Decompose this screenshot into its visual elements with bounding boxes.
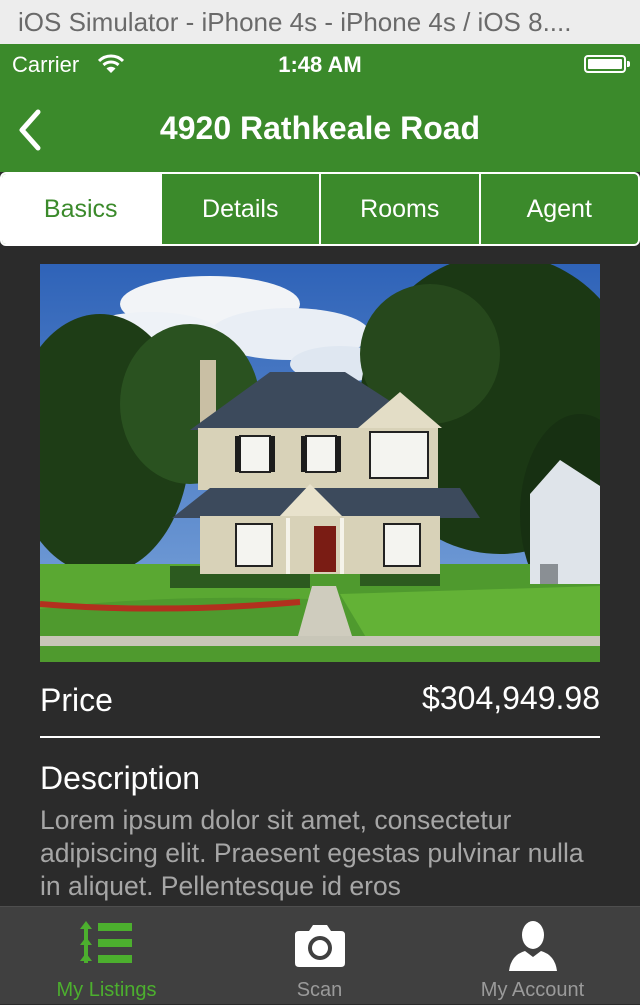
list-icon [79,921,132,963]
tab-label: Scan [296,979,343,1001]
battery-icon [584,55,630,73]
simulator-title: iOS Simulator - iPhone 4s - iPhone 4s / … [0,0,640,44]
tab-bar: My Listings Scan My Account [0,906,640,1004]
segment-details[interactable]: Details [162,174,321,244]
description-text: Lorem ipsum dolor sit amet, consectetur … [40,805,584,901]
status-time: 1:48 AM [278,52,362,77]
description-heading: Description [40,760,201,796]
status-bar: Carrier 1:48 AM [0,44,640,84]
tab-label: My Account [480,979,585,1001]
tab-scan[interactable]: Scan [213,907,426,1005]
segment-agent[interactable]: Agent [481,174,639,244]
segment-basics[interactable]: Basics [2,174,162,244]
camera-icon [294,925,345,967]
page-title: 4920 Rathkeale Road [159,110,481,146]
navigation-bar: 4920 Rathkeale Road [0,84,640,172]
person-icon [508,921,557,971]
listing-photo [40,264,600,662]
tab-my-listings[interactable]: My Listings [0,907,213,1005]
price-value: $304,949.98 [422,680,600,716]
divider [40,736,600,738]
price-label: Price [40,682,113,718]
price-row: Price $304,949.98 [40,676,600,736]
segment-rooms[interactable]: Rooms [321,174,481,244]
tab-label: My Listings [56,979,157,1001]
tab-my-account[interactable]: My Account [426,907,639,1005]
segmented-control: Basics Details Rooms Agent [0,172,640,246]
